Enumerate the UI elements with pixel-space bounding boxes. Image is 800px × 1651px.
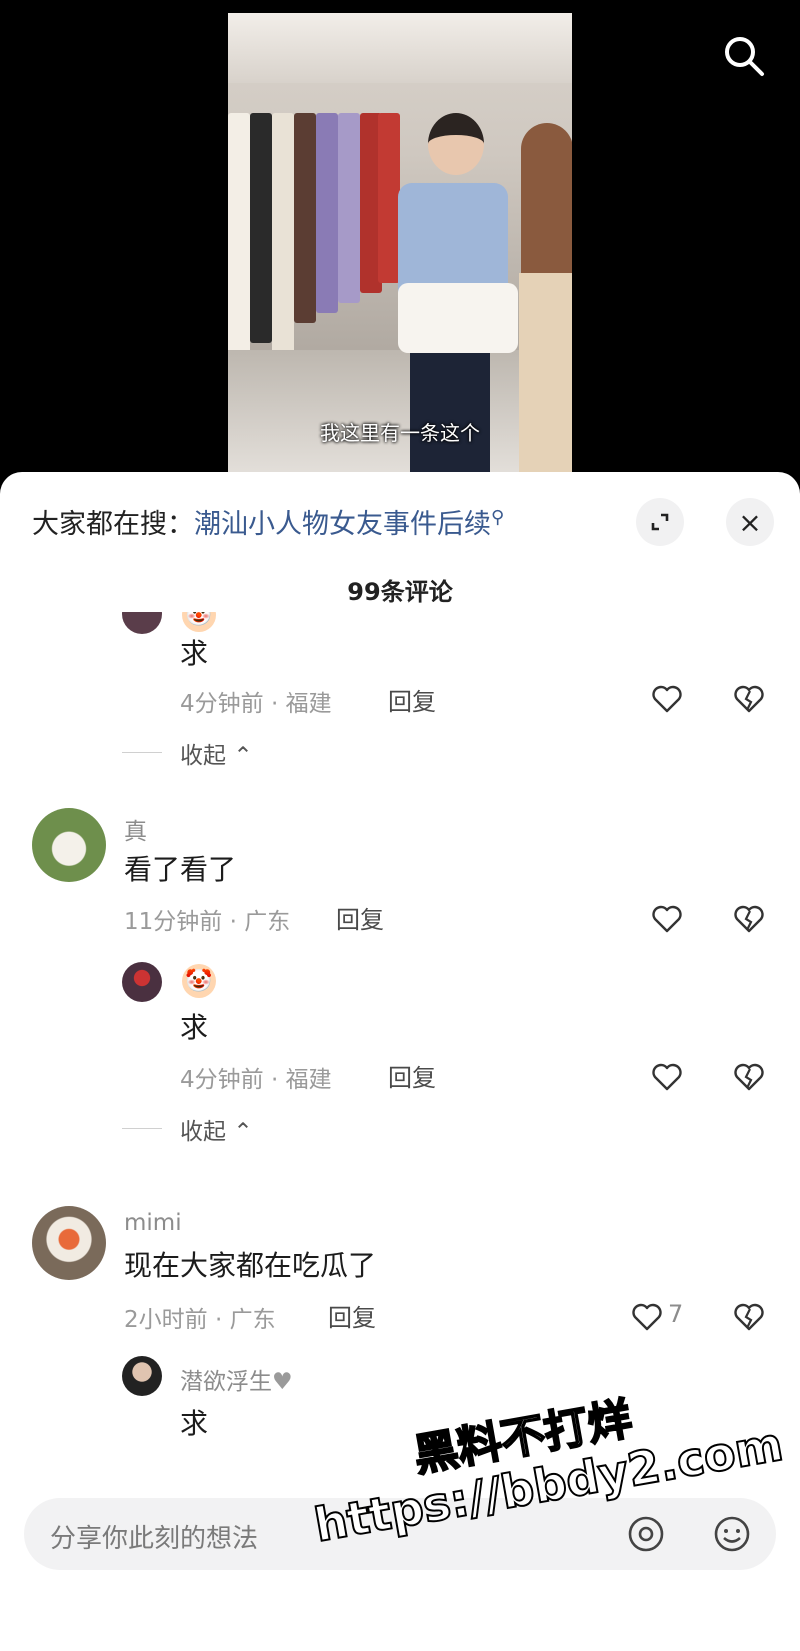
reply-button[interactable]: 回复 — [328, 1298, 376, 1333]
avatar[interactable] — [122, 612, 162, 634]
comment-meta: 4分钟前 · 福建 — [180, 691, 332, 717]
divider — [122, 752, 162, 753]
avatar[interactable] — [32, 1206, 106, 1280]
close-icon: × — [738, 505, 762, 539]
dislike-icon[interactable] — [732, 682, 766, 716]
comment-count: 99条评论 — [347, 578, 453, 606]
video-bag — [398, 283, 518, 353]
avatar[interactable] — [122, 962, 162, 1002]
comment-text: 求 — [180, 637, 209, 670]
comment-meta: 4分钟前 · 福建 — [180, 1067, 332, 1093]
close-button[interactable]: × — [726, 498, 774, 546]
heart-icon: ♥ — [272, 1369, 293, 1395]
like-count: 7 — [668, 1300, 684, 1328]
clown-icon: 🤡 — [182, 612, 216, 632]
comment-text: 求 — [180, 1011, 209, 1044]
comment-text: 现在大家都在吃瓜了 — [124, 1249, 377, 1282]
dislike-icon[interactable] — [732, 1060, 766, 1094]
username[interactable]: mimi — [124, 1210, 182, 1236]
like-icon[interactable] — [630, 1300, 664, 1334]
hot-search-link[interactable]: 潮汕小人物女友事件后续 — [194, 509, 491, 540]
reply-button[interactable]: 回复 — [336, 900, 384, 935]
hot-search-prefix: 大家都在搜： — [32, 509, 194, 540]
username[interactable]: 真 — [124, 812, 147, 846]
search-icon: ⚲ — [491, 507, 505, 528]
comment-text: 求 — [180, 1407, 209, 1440]
comment-text: 看了看了 — [124, 853, 237, 886]
video-subtitle: 我这里有一条这个 — [320, 421, 480, 445]
like-icon[interactable] — [650, 1060, 684, 1094]
collapse-button[interactable]: 收起 ⌃ — [180, 736, 253, 770]
divider — [122, 1128, 162, 1129]
clown-icon: 🤡 — [182, 964, 216, 998]
avatar[interactable] — [122, 1356, 162, 1396]
video-player[interactable]: 我这里有一条这个 — [0, 0, 800, 480]
dislike-icon[interactable] — [732, 902, 766, 936]
comment-meta: 2小时前 · 广东 — [124, 1307, 276, 1333]
hot-search-bar[interactable]: 大家都在搜：潮汕小人物女友事件后续⚲ — [32, 502, 504, 541]
reply-button[interactable]: 回复 — [388, 682, 436, 717]
chevron-up-icon: ⌃ — [233, 743, 253, 769]
collapse-button[interactable]: 收起 ⌃ — [180, 1112, 253, 1146]
video-frame[interactable]: 我这里有一条这个 — [228, 13, 572, 480]
input-placeholder: 分享你此刻的想法 — [50, 1524, 259, 1554]
avatar[interactable] — [32, 808, 106, 882]
comment-meta: 11分钟前 · 广东 — [124, 909, 291, 935]
dislike-icon[interactable] — [732, 1300, 766, 1334]
expand-button[interactable] — [636, 498, 684, 546]
like-icon[interactable] — [650, 902, 684, 936]
username[interactable]: 潜欲浮生♥ — [180, 1362, 293, 1396]
like-icon[interactable] — [650, 682, 684, 716]
chevron-up-icon: ⌃ — [233, 1119, 253, 1145]
search-icon[interactable] — [720, 32, 768, 80]
reply-button[interactable]: 回复 — [388, 1058, 436, 1093]
expand-icon — [651, 513, 669, 531]
